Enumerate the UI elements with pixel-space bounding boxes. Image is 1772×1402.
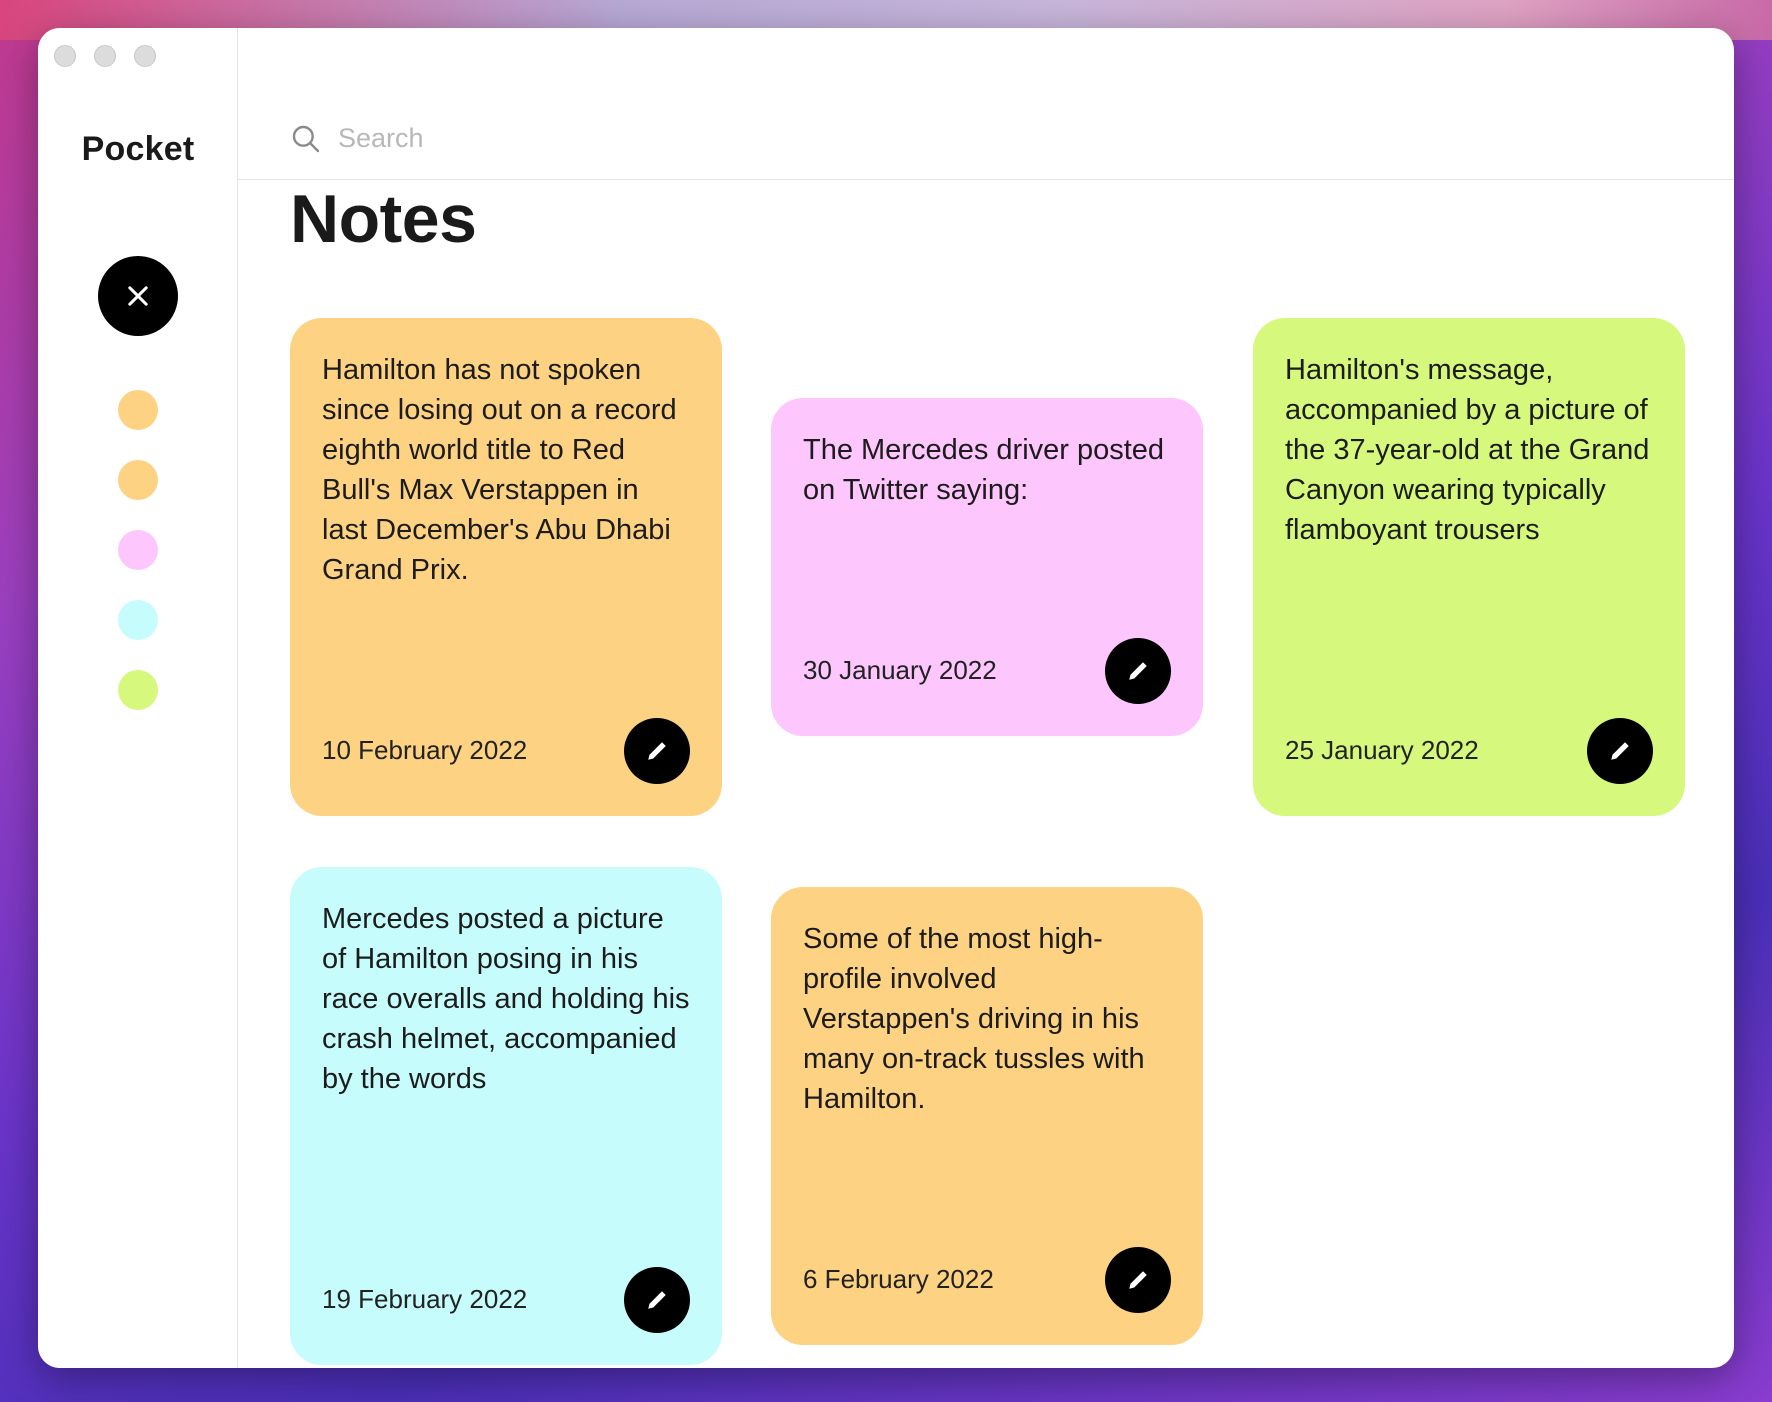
window-controls — [54, 45, 156, 67]
note-text: The Mercedes driver posted on Twitter sa… — [803, 434, 1165, 506]
color-swatch-orange[interactable] — [118, 390, 158, 430]
note-text: Mercedes posted a picture of Hamilton po… — [322, 903, 690, 1095]
note-text: Hamilton has not spoken since losing out… — [322, 354, 677, 586]
main-content: Notes Hamilton has not spoken since losi… — [238, 28, 1734, 1368]
search-icon — [292, 125, 320, 152]
window-zoom-button[interactable] — [134, 45, 156, 67]
note-date: 25 January 2022 — [1285, 735, 1479, 765]
note-card[interactable]: The Mercedes driver posted on Twitter sa… — [771, 398, 1203, 736]
window-close-button[interactable] — [54, 45, 76, 67]
pencil-icon — [1129, 662, 1147, 680]
note-date: 6 February 2022 — [803, 1264, 994, 1294]
pencil-icon — [648, 742, 666, 760]
edit-note-button[interactable] — [1587, 718, 1653, 784]
pencil-icon — [1611, 742, 1629, 760]
note-text: Some of the most high-profile involved V… — [803, 923, 1145, 1115]
note-card[interactable]: Hamilton's message, accompanied by a pic… — [1253, 318, 1685, 816]
edit-note-button[interactable] — [1105, 1247, 1171, 1313]
close-button[interactable] — [98, 256, 178, 336]
note-card[interactable]: Hamilton has not spoken since losing out… — [290, 318, 722, 816]
note-card[interactable]: Mercedes posted a picture of Hamilton po… — [290, 867, 722, 1365]
pencil-icon — [648, 1291, 666, 1309]
pencil-icon — [1129, 1271, 1147, 1289]
sidebar: Pocket — [38, 28, 238, 1368]
color-swatch-lime[interactable] — [118, 670, 158, 710]
color-swatch-cyan[interactable] — [118, 600, 158, 640]
edit-note-button[interactable] — [624, 1267, 690, 1333]
search-bar — [238, 98, 1734, 180]
app-brand: Pocket — [81, 130, 195, 168]
note-date: 10 February 2022 — [322, 735, 528, 765]
color-swatch-pink[interactable] — [118, 530, 158, 570]
window-minimize-button[interactable] — [94, 45, 116, 67]
edit-note-button[interactable] — [1105, 638, 1171, 704]
search-input[interactable] — [338, 123, 938, 154]
color-swatches — [118, 390, 158, 710]
close-icon — [128, 286, 148, 306]
note-text: Hamilton's message, accompanied by a pic… — [1285, 354, 1650, 546]
edit-note-button[interactable] — [624, 718, 690, 784]
app-window: Pocket Notes Hamilton has not spoken sin… — [38, 28, 1734, 1368]
note-date: 19 February 2022 — [322, 1284, 528, 1314]
note-date: 30 January 2022 — [803, 655, 997, 685]
note-card[interactable]: Some of the most high-profile involved V… — [771, 887, 1203, 1345]
page-title: Notes — [290, 181, 477, 257]
color-swatch-orange[interactable] — [118, 460, 158, 500]
